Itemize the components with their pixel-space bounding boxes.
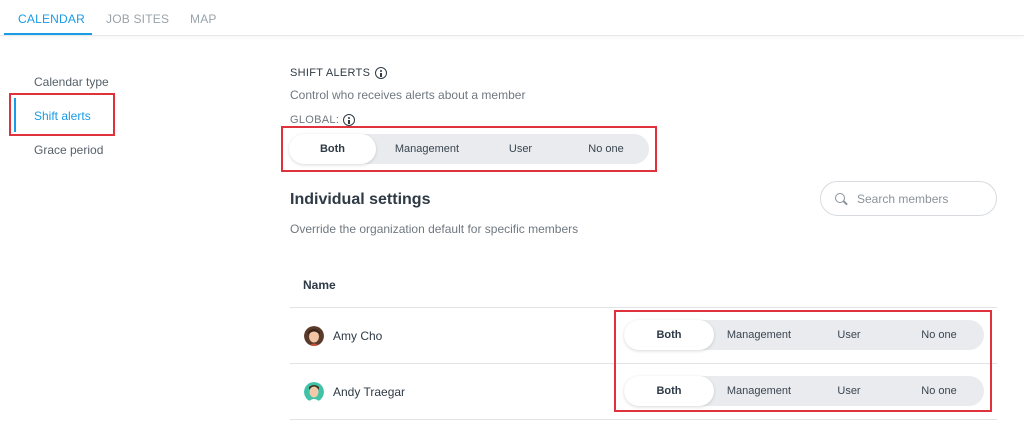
option-user[interactable]: User [804, 376, 894, 406]
sidenav-item-calendar-type[interactable]: Calendar type [34, 75, 109, 89]
individual-settings-description: Override the organization default for sp… [290, 222, 579, 236]
column-name-header: Name [303, 278, 336, 292]
shift-alerts-description: Control who receives alerts about a memb… [290, 88, 526, 102]
search-members[interactable] [820, 181, 997, 216]
tab-job-sites[interactable]: JOB SITES [106, 12, 169, 26]
sidenav-item-grace-period[interactable]: Grace period [34, 143, 103, 157]
option-both[interactable]: Both [624, 376, 714, 406]
section-title: SHIFT ALERTS [290, 67, 388, 79]
avatar [304, 382, 324, 402]
sidenav-item-shift-alerts[interactable]: Shift alerts [34, 109, 91, 123]
info-icon[interactable] [343, 114, 356, 126]
option-management[interactable]: Management [376, 134, 478, 164]
option-management[interactable]: Management [714, 320, 804, 350]
global-label: GLOBAL: [290, 114, 356, 126]
sidenav-active-indicator [14, 98, 16, 132]
global-label-text: GLOBAL: [290, 114, 340, 126]
avatar [304, 326, 324, 346]
member-name: Amy Cho [333, 329, 383, 343]
option-user[interactable]: User [478, 134, 563, 164]
top-tab-bar: CALENDAR JOB SITES MAP [0, 0, 1024, 36]
shift-alerts-title: SHIFT ALERTS [290, 67, 371, 79]
individual-settings-title: Individual settings [290, 191, 431, 208]
option-user[interactable]: User [804, 320, 894, 350]
search-icon [835, 192, 847, 205]
option-no-one[interactable]: No one [894, 376, 984, 406]
option-management[interactable]: Management [714, 376, 804, 406]
member-alert-selector[interactable]: Both Management User No one [624, 320, 984, 350]
member-alert-selector[interactable]: Both Management User No one [624, 376, 984, 406]
option-no-one[interactable]: No one [894, 320, 984, 350]
table-header: Name [290, 268, 997, 308]
search-input[interactable] [857, 191, 987, 206]
table-row: Amy Cho Both Management User No one [290, 308, 997, 364]
active-tab-indicator [4, 33, 92, 35]
tab-calendar[interactable]: CALENDAR [18, 12, 85, 26]
global-alert-selector[interactable]: Both Management User No one [289, 134, 649, 164]
option-both[interactable]: Both [289, 134, 376, 164]
option-no-one[interactable]: No one [563, 134, 649, 164]
info-icon[interactable] [375, 67, 388, 79]
table-row: Andy Traegar Both Management User No one [290, 364, 997, 420]
member-name: Andy Traegar [333, 385, 406, 399]
option-both[interactable]: Both [624, 320, 714, 350]
tab-map[interactable]: MAP [190, 12, 217, 26]
